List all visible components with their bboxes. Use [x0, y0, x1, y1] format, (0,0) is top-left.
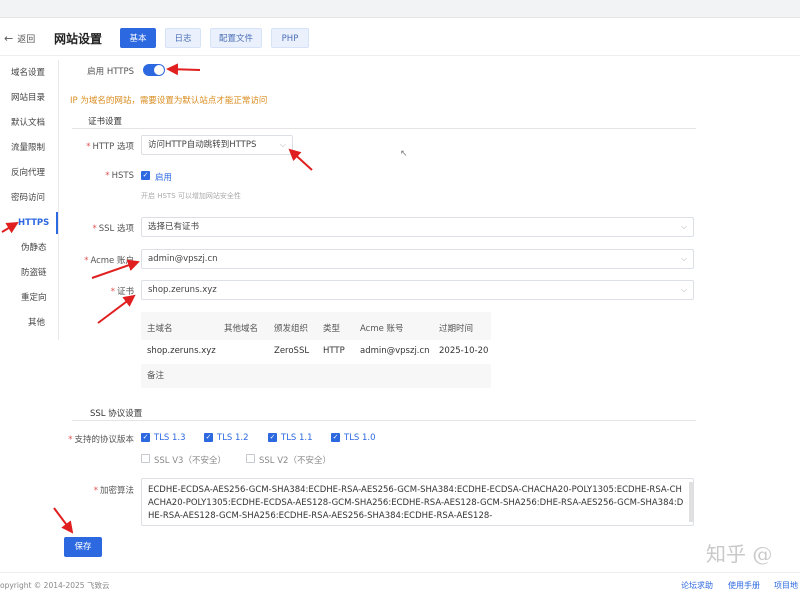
http-option-label: * HTTP 选项 — [86, 142, 134, 152]
settings-sidebar: 域名设置 网站目录 默认文档 流量限制 反向代理 密码访问 HTTPS 伪静态 … — [0, 60, 58, 340]
hsts-checkbox[interactable]: ✓ — [141, 171, 150, 180]
sslv2-checkbox[interactable] — [246, 454, 255, 463]
chevron-down-icon: ⌵ — [279, 140, 286, 149]
tls10-label: TLS 1.0 — [344, 433, 376, 443]
hsts-label: * HSTS — [105, 171, 134, 181]
sidebar-item-default-doc[interactable]: 默认文档 — [0, 112, 58, 134]
chevron-down-icon: ⌵ — [680, 285, 687, 294]
footer-link-forum[interactable]: 论坛求助 — [681, 580, 713, 591]
cipher-value: ECDHE-ECDSA-AES256-GCM-SHA384:ECDHE-RSA-… — [148, 485, 684, 521]
sidebar-item-traffic-limit[interactable]: 流量限制 — [0, 137, 58, 159]
certificate-select[interactable]: shop.zeruns.xyz ⌵ — [141, 280, 694, 300]
annotation-arrow-icon — [166, 63, 201, 76]
sidebar-divider — [58, 60, 59, 340]
chevron-down-icon: ⌵ — [680, 254, 687, 263]
table-cell: 2025-10-20 — [439, 346, 489, 356]
certificate-value: shop.zeruns.xyz — [148, 285, 217, 295]
tls12-label: TLS 1.2 — [217, 433, 249, 443]
page-header: ← 返回 网站设置 基本 日志 配置文件 PHP — [0, 22, 800, 56]
sidebar-item-https[interactable]: HTTPS — [0, 212, 58, 234]
annotation-arrow-icon — [53, 507, 74, 534]
acme-account-select[interactable]: admin@vpszj.cn ⌵ — [141, 249, 694, 269]
tls12-checkbox[interactable]: ✓ — [204, 433, 213, 442]
sidebar-item-redirect[interactable]: 重定向 — [0, 287, 58, 309]
http-option-value: 访问HTTP自动跳转到HTTPS — [148, 140, 257, 150]
browser-top-strip — [0, 0, 800, 18]
ip-warning-text: IP 为域名的网站，需要设置为默认站点才能正常访问 — [70, 96, 268, 106]
copyright-text: opyright © 2014-2025 飞致云 — [0, 581, 110, 590]
protocols-label: * 支持的协议版本 — [68, 435, 134, 445]
column-header: 其他域名 — [224, 324, 259, 334]
column-header: 主域名 — [147, 324, 173, 334]
tls13-checkbox[interactable]: ✓ — [141, 433, 150, 442]
toggle-knob — [154, 65, 164, 75]
certificate-label: * 证书 — [110, 287, 134, 297]
acme-account-label: * Acme 账户 — [84, 256, 134, 266]
ssl-option-value: 选择已有证书 — [148, 222, 200, 232]
sidebar-item-reverse-proxy[interactable]: 反向代理 — [0, 162, 58, 184]
table-cell: admin@vpszj.cn — [360, 346, 430, 356]
column-header: 过期时间 — [439, 324, 474, 334]
table-cell: shop.zeruns.xyz — [147, 346, 216, 356]
cert-section-title: 证书设置 — [88, 117, 123, 127]
column-header: 颁发组织 — [274, 324, 309, 334]
tls10-checkbox[interactable]: ✓ — [331, 433, 340, 442]
ssl-section-title: SSL 协议设置 — [90, 409, 143, 419]
enable-https-label: 启用 HTTPS — [87, 67, 134, 77]
tls11-checkbox[interactable]: ✓ — [268, 433, 277, 442]
sslv3-checkbox[interactable] — [141, 454, 150, 463]
page-footer: opyright © 2014-2025 飞致云 论坛求助 使用手册 项目地 — [0, 572, 800, 600]
acme-account-value: admin@vpszj.cn — [148, 254, 218, 264]
back-button[interactable]: ← 返回 — [4, 32, 35, 45]
tls13-label: TLS 1.3 — [154, 433, 186, 443]
ssl-option-label: * SSL 选项 — [92, 224, 134, 234]
save-button[interactable]: 保存 — [64, 537, 102, 557]
section-divider — [72, 420, 696, 421]
back-label: 返回 — [17, 35, 36, 45]
sslv2-label: SSL V2（不安全） — [259, 456, 331, 466]
annotation-arrow-icon — [288, 148, 313, 171]
table-cell: HTTP — [323, 346, 345, 356]
tab-config-file[interactable]: 配置文件 — [210, 28, 262, 48]
column-header: Acme 账号 — [360, 324, 404, 334]
table-cell: ZeroSSL — [274, 346, 310, 356]
cipher-textarea[interactable]: ECDHE-ECDSA-AES256-GCM-SHA384:ECDHE-RSA-… — [141, 478, 694, 526]
http-option-select[interactable]: 访问HTTP自动跳转到HTTPS ⌵ — [141, 135, 293, 155]
certificate-info-table: 主域名 其他域名 颁发组织 类型 Acme 账号 过期时间 shop.zerun… — [141, 312, 491, 388]
sidebar-item-site-dir[interactable]: 网站目录 — [0, 87, 58, 109]
watermark: 知乎 @ — [706, 542, 773, 566]
page-title: 网站设置 — [54, 32, 103, 46]
ssl-option-select[interactable]: 选择已有证书 ⌵ — [141, 217, 694, 237]
sidebar-item-password-access[interactable]: 密码访问 — [0, 187, 58, 209]
sidebar-item-domain[interactable]: 域名设置 — [0, 62, 58, 84]
footer-link-project[interactable]: 项目地 — [774, 580, 798, 591]
section-divider — [72, 128, 696, 129]
footer-link-manual[interactable]: 使用手册 — [728, 580, 760, 591]
tab-basic[interactable]: 基本 — [120, 28, 156, 48]
annotation-arrow-icon — [97, 294, 136, 324]
hsts-hint: 开启 HSTS 可以增加网站安全性 — [141, 192, 241, 200]
mouse-cursor-icon: ↖ — [400, 149, 408, 159]
tab-php[interactable]: PHP — [271, 28, 309, 48]
sidebar-item-other[interactable]: 其他 — [0, 312, 58, 334]
arrow-left-icon: ← — [4, 32, 14, 45]
cipher-label: * 加密算法 — [93, 486, 134, 496]
enable-https-toggle[interactable] — [143, 64, 165, 76]
tls11-label: TLS 1.1 — [281, 433, 313, 443]
chevron-down-icon: ⌵ — [680, 222, 687, 231]
textarea-scrollbar[interactable] — [689, 482, 693, 522]
sslv3-label: SSL V3（不安全） — [154, 456, 226, 466]
sidebar-item-rewrite[interactable]: 伪静态 — [0, 237, 58, 259]
tab-logs[interactable]: 日志 — [165, 28, 201, 48]
sidebar-item-anti-leech[interactable]: 防盗链 — [0, 262, 58, 284]
hsts-checkbox-label: 启用 — [155, 173, 173, 183]
note-label: 备注 — [147, 371, 165, 381]
column-header: 类型 — [323, 324, 341, 334]
